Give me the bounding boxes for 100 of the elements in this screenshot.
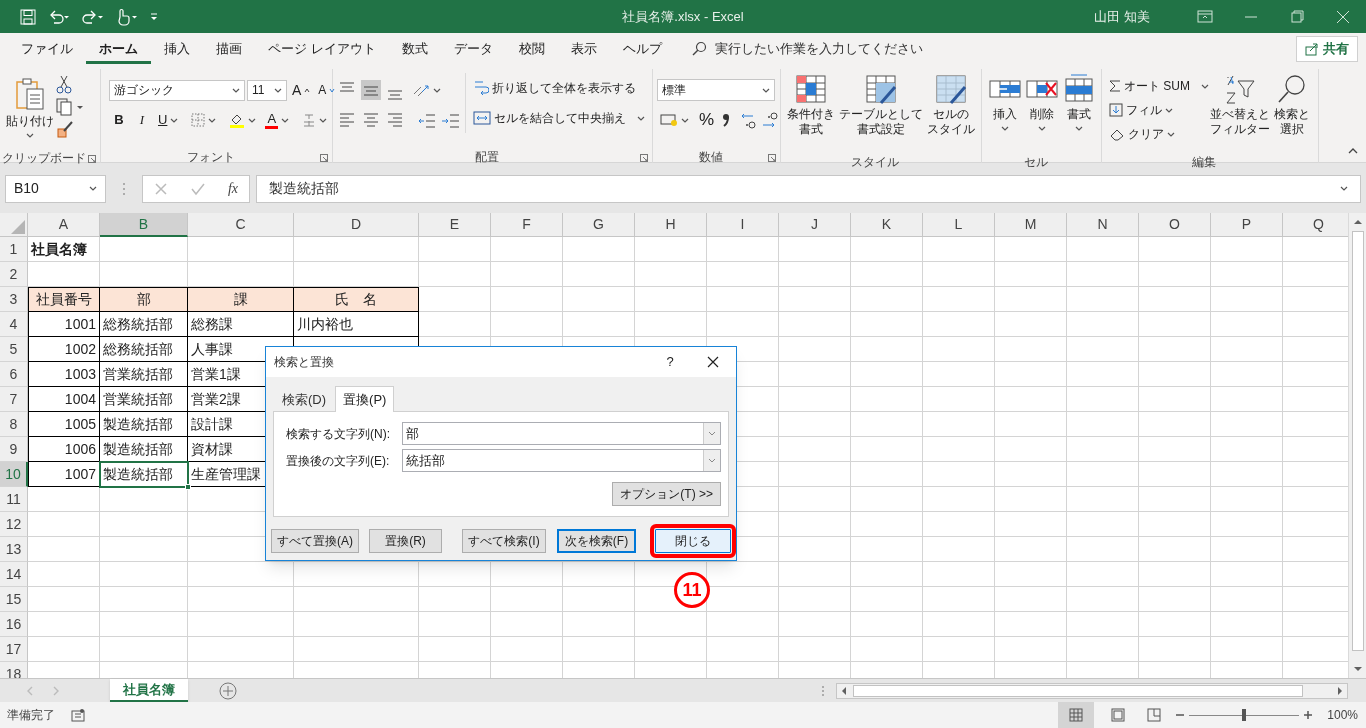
insert-function-button[interactable]: fx <box>227 178 238 199</box>
ribbon-button[interactable]: フィル <box>1106 99 1206 121</box>
table-cell[interactable]: 総務課 <box>188 312 294 337</box>
row-header[interactable]: 14 <box>0 562 28 587</box>
ribbon-button[interactable]: 書式 <box>1060 73 1097 153</box>
column-header[interactable]: P <box>1211 213 1283 237</box>
table-cell[interactable]: 総務統括部 <box>100 337 188 362</box>
row-header[interactable]: 18 <box>0 662 28 678</box>
table-cell[interactable]: 製造統括部 <box>100 437 188 462</box>
row-header[interactable]: 1 <box>0 237 28 262</box>
ribbon-button[interactable]: % <box>696 109 718 131</box>
ribbon-button[interactable]: A <box>289 79 314 101</box>
ribbon-button[interactable]: セルの スタイル <box>925 73 977 153</box>
user-name[interactable]: 山田 知美 <box>1094 6 1150 27</box>
ribbon-button[interactable]: B <box>109 109 129 131</box>
help-button[interactable]: ? <box>650 352 690 372</box>
table-cell[interactable]: 営業統括部 <box>100 387 188 412</box>
formula-field[interactable]: 製造統括部 <box>256 174 1361 203</box>
dialog-button[interactable]: すべて検索(I) <box>462 529 546 553</box>
number-format-field[interactable]: 標準 <box>657 79 775 101</box>
menu-tab[interactable]: 挿入 <box>151 34 203 64</box>
row-header[interactable]: 3 <box>0 287 28 312</box>
table-cell[interactable]: 製造統括部 <box>100 462 188 487</box>
ribbon-button[interactable]: 挿入 <box>986 73 1023 153</box>
row-header[interactable]: 2 <box>0 262 28 287</box>
combo-field[interactable]: 部 <box>402 422 721 445</box>
column-header[interactable]: L <box>923 213 995 237</box>
table-cell[interactable]: 1006 <box>28 437 100 462</box>
row-header[interactable]: 15 <box>0 587 28 612</box>
row-header[interactable]: 9 <box>0 437 28 462</box>
row-header[interactable]: 16 <box>0 612 28 637</box>
row-header[interactable]: 13 <box>0 537 28 562</box>
row-header[interactable]: 4 <box>0 312 28 337</box>
menu-tab[interactable]: ヘルプ <box>609 34 675 64</box>
ribbon-button[interactable]: 削除 <box>1023 73 1060 153</box>
font-size-field[interactable]: 11 <box>247 79 287 101</box>
ribbon-button[interactable]: 検索と 選択 <box>1270 73 1314 153</box>
row-header[interactable]: 8 <box>0 412 28 437</box>
column-header[interactable]: J <box>779 213 851 237</box>
column-header[interactable]: B <box>100 213 188 237</box>
column-header[interactable]: D <box>294 213 419 237</box>
name-box-field[interactable]: B10 <box>5 174 106 203</box>
row-header[interactable]: 6 <box>0 362 28 387</box>
combo-field[interactable]: 統括部 <box>402 449 721 472</box>
column-header[interactable]: M <box>995 213 1067 237</box>
ribbon-button[interactable]: クリア <box>1106 123 1206 145</box>
ribbon-button[interactable]: 並べ替えと フィルター <box>1210 73 1270 153</box>
options-button[interactable]: オプション(T) >> <box>612 482 721 506</box>
table-cell[interactable]: 部 <box>100 287 188 312</box>
table-cell[interactable]: 1004 <box>28 387 100 412</box>
table-cell[interactable]: 課 <box>188 287 294 312</box>
table-cell[interactable]: 製造統括部 <box>100 412 188 437</box>
dialog-button[interactable]: すべて置換(A) <box>271 529 359 553</box>
column-header[interactable]: K <box>851 213 923 237</box>
menu-tab[interactable]: 校閲 <box>505 34 558 64</box>
column-header[interactable]: N <box>1067 213 1139 237</box>
table-cell[interactable]: 1002 <box>28 337 100 362</box>
menu-tab[interactable]: ホーム <box>86 34 151 64</box>
ribbon-button[interactable]: U <box>155 109 182 131</box>
tell-me-field[interactable]: 実行したい作業を入力してください <box>686 35 927 63</box>
menu-tab[interactable]: 描画 <box>203 34 255 64</box>
ribbon-button[interactable]: I <box>132 109 152 131</box>
table-cell[interactable]: 1001 <box>28 312 100 337</box>
menu-tab[interactable]: ページ レイアウト <box>255 34 389 64</box>
row-header[interactable]: 11 <box>0 487 28 512</box>
menu-tab[interactable]: データ <box>440 34 506 64</box>
ribbon-button[interactable]: セルを結合して中央揃え <box>470 107 648 129</box>
ribbon-button[interactable]: 条件付き 書式 <box>785 73 837 153</box>
row-header[interactable]: 12 <box>0 512 28 537</box>
row-header[interactable]: 17 <box>0 637 28 662</box>
ribbon-button[interactable]: オート SUM <box>1106 75 1206 97</box>
table-cell[interactable]: 1007 <box>28 462 100 487</box>
dialog-button[interactable]: 次を検索(F) <box>557 529 636 553</box>
ribbon-button[interactable]: テーブルとして 書式設定 <box>837 73 925 153</box>
table-cell[interactable]: 1005 <box>28 412 100 437</box>
table-cell[interactable]: 総務統括部 <box>100 312 188 337</box>
column-header[interactable]: H <box>635 213 707 237</box>
table-cell[interactable]: 営業統括部 <box>100 362 188 387</box>
menu-tab[interactable]: 表示 <box>557 34 610 64</box>
ribbon-button[interactable]: 折り返して全体を表示する <box>470 77 648 99</box>
table-cell[interactable]: 1003 <box>28 362 100 387</box>
column-header[interactable]: F <box>491 213 563 237</box>
share-button[interactable]: 共有 <box>1296 36 1358 62</box>
column-header[interactable]: E <box>419 213 491 237</box>
sheet-tab[interactable]: 社員名簿 <box>110 679 188 702</box>
column-header[interactable]: G <box>563 213 635 237</box>
row-header[interactable]: 10 <box>0 462 28 487</box>
ribbon-button[interactable]: A <box>315 79 339 101</box>
table-cell[interactable]: 川内裕也 <box>294 312 419 337</box>
zoom-level[interactable]: 100% <box>1327 706 1358 724</box>
menu-tab[interactable]: ファイル <box>8 34 86 64</box>
dialog-tab[interactable]: 置換(P) <box>335 386 395 412</box>
paste-button[interactable]: 貼り付け <box>4 73 56 149</box>
font-name-field[interactable]: 游ゴシック <box>109 79 245 101</box>
column-header[interactable]: I <box>707 213 779 237</box>
column-header[interactable]: C <box>188 213 294 237</box>
row-header[interactable]: 7 <box>0 387 28 412</box>
table-cell[interactable]: 社員番号 <box>28 287 100 312</box>
table-cell[interactable]: 社員名簿 <box>28 237 100 262</box>
table-cell[interactable]: 氏 名 <box>294 287 419 312</box>
